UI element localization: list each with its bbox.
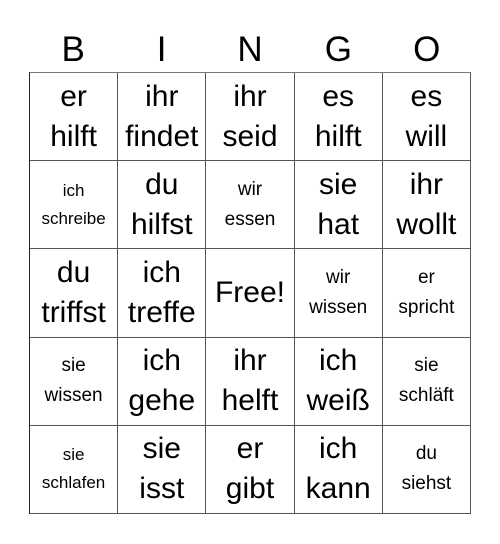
- bingo-cell[interactable]: du hilfst: [118, 161, 207, 250]
- free-space-cell[interactable]: Free!: [206, 249, 295, 338]
- bingo-cell[interactable]: du siehst: [382, 425, 471, 514]
- bingo-cell[interactable]: ich weiß: [294, 337, 383, 426]
- bingo-cell[interactable]: sie schlafen: [30, 425, 119, 514]
- header-letter-o: O: [413, 30, 441, 69]
- bingo-header: B I N G O: [29, 28, 471, 72]
- bingo-cell[interactable]: ich kann: [294, 425, 383, 514]
- bingo-cell[interactable]: sie schläft: [382, 337, 471, 426]
- bingo-cell[interactable]: wir essen: [206, 161, 295, 250]
- bingo-grid: er hilft ihr findet ihr seid es hilft es wil…: [29, 72, 471, 514]
- header-letter-i: I: [156, 30, 167, 69]
- header-letter-n: N: [237, 30, 263, 69]
- bingo-cell[interactable]: ihr helft: [206, 337, 295, 426]
- bingo-cell[interactable]: es will: [382, 73, 471, 162]
- bingo-cell[interactable]: sie hat: [294, 161, 383, 250]
- bingo-cell[interactable]: er spricht: [382, 249, 471, 338]
- bingo-cell[interactable]: ich schreibe: [30, 161, 119, 250]
- bingo-cell[interactable]: es hilft: [294, 73, 383, 162]
- bingo-cell[interactable]: er hilft: [30, 73, 119, 162]
- bingo-cell[interactable]: sie isst: [118, 425, 207, 514]
- bingo-cell[interactable]: wir wissen: [294, 249, 383, 338]
- bingo-cell[interactable]: ihr seid: [206, 73, 295, 162]
- bingo-cell[interactable]: ich treffe: [118, 249, 207, 338]
- header-letter-b: B: [61, 30, 85, 69]
- bingo-cell[interactable]: ich gehe: [118, 337, 207, 426]
- bingo-cell[interactable]: ihr findet: [118, 73, 207, 162]
- bingo-cell[interactable]: er gibt: [206, 425, 295, 514]
- bingo-cell[interactable]: sie wissen: [30, 337, 119, 426]
- header-letter-g: G: [324, 30, 352, 69]
- bingo-cell[interactable]: du triffst: [30, 249, 119, 338]
- bingo-cell[interactable]: ihr wollt: [382, 161, 471, 250]
